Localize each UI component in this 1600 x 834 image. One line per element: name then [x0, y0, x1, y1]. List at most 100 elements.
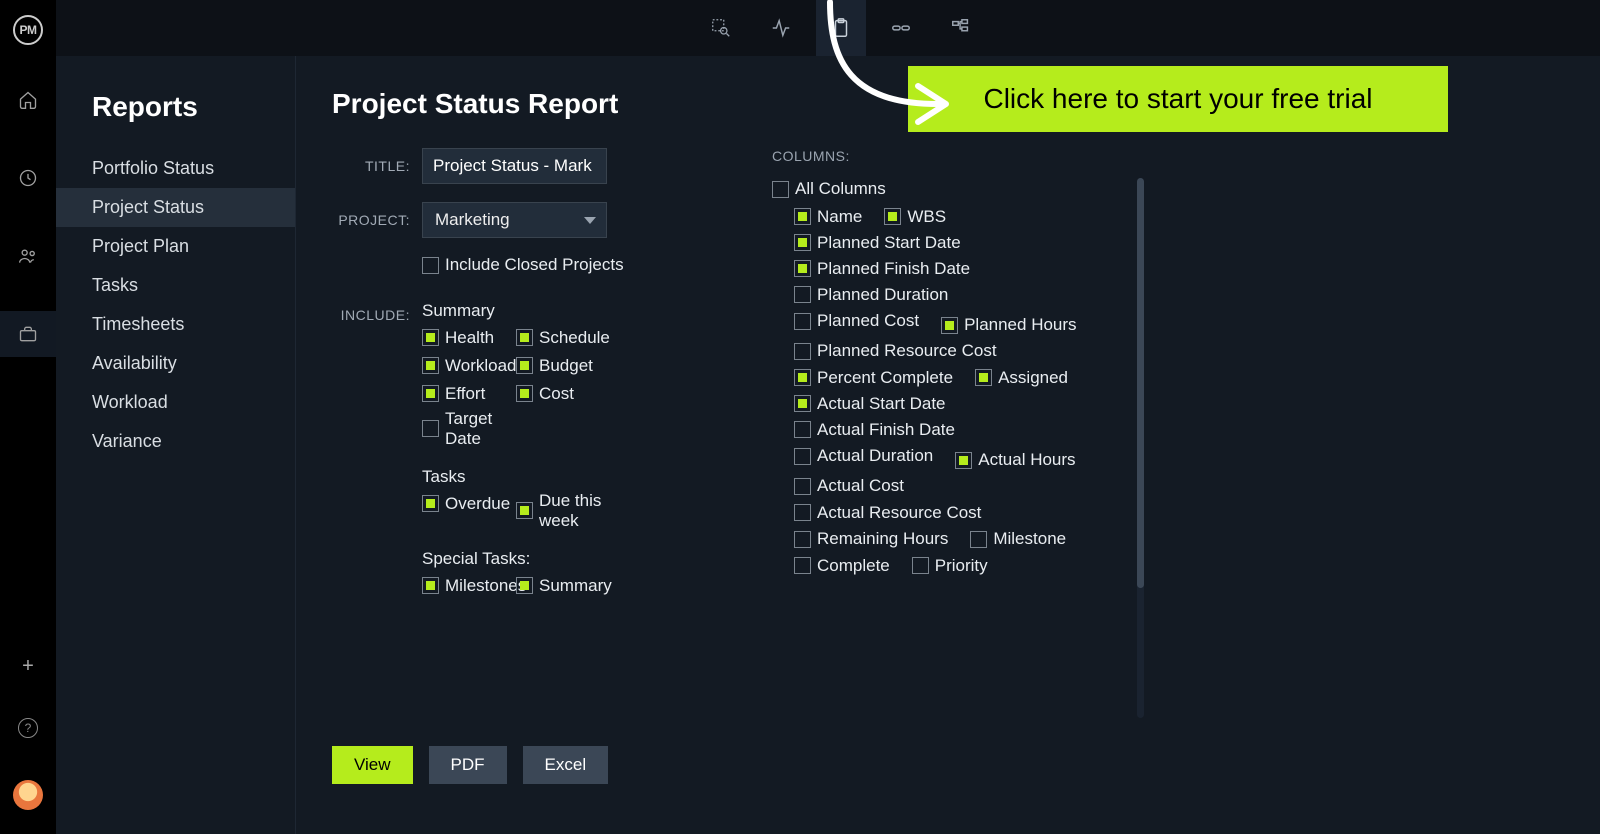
tasks-overdue-label: Overdue	[445, 494, 510, 514]
summary-health-checkbox[interactable]: Health	[422, 325, 514, 351]
sidebar-item-project-plan[interactable]: Project Plan	[56, 227, 295, 266]
special-summary-label: Summary	[539, 576, 612, 596]
column-priority-label: Priority	[935, 556, 988, 576]
activity-icon[interactable]	[756, 0, 806, 56]
tasks-overdue-checkbox[interactable]: Overdue	[422, 491, 514, 517]
summary-schedule-label: Schedule	[539, 328, 610, 348]
title-label: TITLE:	[332, 148, 422, 174]
column-planned-hours-label: Planned Hours	[964, 315, 1076, 335]
column-wbs-checkbox[interactable]: WBS	[862, 204, 946, 230]
tree-icon[interactable]	[936, 0, 986, 56]
column-actual-finish-date-checkbox[interactable]: Actual Finish Date	[772, 417, 955, 443]
tasks-due-this-week-label: Due this week	[539, 491, 608, 531]
include-closed-checkbox[interactable]: Include Closed Projects	[422, 252, 624, 278]
summary-workload-checkbox[interactable]: Workload	[422, 353, 514, 379]
tasks-heading: Tasks	[422, 467, 672, 487]
excel-button[interactable]: Excel	[523, 746, 609, 784]
column-planned-finish-date-checkbox[interactable]: Planned Finish Date	[772, 256, 970, 282]
all-columns-checkbox[interactable]: All Columns	[772, 176, 1092, 202]
column-planned-cost-checkbox[interactable]: Planned Cost	[772, 308, 919, 334]
add-icon[interactable]: +	[0, 646, 56, 686]
column-planned-start-date-checkbox[interactable]: Planned Start Date	[772, 230, 961, 256]
sidebar-item-portfolio-status[interactable]: Portfolio Status	[56, 149, 295, 188]
column-actual-start-date-checkbox[interactable]: Actual Start Date	[772, 391, 946, 417]
project-label: PROJECT:	[332, 202, 422, 228]
sidebar-item-variance[interactable]: Variance	[56, 422, 295, 461]
column-name-label: Name	[817, 207, 862, 227]
column-planned-hours-checkbox[interactable]: Planned Hours	[919, 312, 1076, 338]
clock-icon[interactable]	[0, 155, 56, 201]
summary-cost-checkbox[interactable]: Cost	[516, 381, 608, 407]
summary-cost-label: Cost	[539, 384, 574, 404]
column-priority-checkbox[interactable]: Priority	[890, 553, 988, 579]
sidebar-item-tasks[interactable]: Tasks	[56, 266, 295, 305]
view-button[interactable]: View	[332, 746, 413, 784]
column-assigned-label: Assigned	[998, 368, 1068, 388]
summary-target-date-label: Target Date	[445, 409, 514, 449]
home-icon[interactable]	[0, 77, 56, 123]
zoom-icon[interactable]	[696, 0, 746, 56]
column-name-checkbox[interactable]: Name	[772, 204, 862, 230]
column-complete-checkbox[interactable]: Complete	[772, 553, 890, 579]
column-actual-hours-checkbox[interactable]: Actual Hours	[933, 447, 1075, 473]
top-toolbar	[56, 0, 1600, 56]
sidebar-item-availability[interactable]: Availability	[56, 344, 295, 383]
avatar[interactable]	[13, 780, 43, 810]
sidebar-item-workload[interactable]: Workload	[56, 383, 295, 422]
summary-effort-checkbox[interactable]: Effort	[422, 381, 514, 407]
link-icon[interactable]	[876, 0, 926, 56]
sidebar-title: Reports	[56, 91, 295, 149]
column-actual-cost-checkbox[interactable]: Actual Cost	[772, 473, 904, 499]
column-percent-complete-label: Percent Complete	[817, 368, 953, 388]
summary-workload-label: Workload	[445, 356, 517, 376]
include-closed-label: Include Closed Projects	[445, 255, 624, 275]
title-input[interactable]	[422, 148, 607, 184]
include-label: INCLUDE:	[332, 297, 422, 323]
summary-budget-label: Budget	[539, 356, 593, 376]
all-columns-label: All Columns	[795, 179, 886, 199]
special-tasks-heading: Special Tasks:	[422, 549, 672, 569]
brand-logo[interactable]: PM	[13, 15, 43, 45]
project-select[interactable]: Marketing	[422, 202, 607, 238]
summary-effort-label: Effort	[445, 384, 485, 404]
columns-label: COLUMNS:	[772, 148, 1092, 164]
column-planned-start-date-label: Planned Start Date	[817, 233, 961, 253]
column-planned-resource-cost-checkbox[interactable]: Planned Resource Cost	[772, 338, 997, 364]
special-summary-checkbox[interactable]: Summary	[516, 573, 608, 599]
people-icon[interactable]	[0, 233, 56, 279]
column-wbs-label: WBS	[907, 207, 946, 227]
help-icon[interactable]: ?	[18, 718, 38, 738]
sidebar-item-timesheets[interactable]: Timesheets	[56, 305, 295, 344]
column-planned-finish-date-label: Planned Finish Date	[817, 259, 970, 279]
summary-schedule-checkbox[interactable]: Schedule	[516, 325, 608, 351]
clipboard-icon[interactable]	[816, 0, 866, 56]
summary-budget-checkbox[interactable]: Budget	[516, 353, 608, 379]
summary-health-label: Health	[445, 328, 494, 348]
column-actual-duration-checkbox[interactable]: Actual Duration	[772, 443, 933, 469]
nav-rail: PM + ?	[0, 0, 56, 834]
column-percent-complete-checkbox[interactable]: Percent Complete	[772, 365, 953, 391]
sidebar-item-project-status[interactable]: Project Status	[56, 188, 295, 227]
special-milestones-label: Milestones	[445, 576, 526, 596]
column-planned-cost-label: Planned Cost	[817, 311, 919, 331]
column-actual-hours-label: Actual Hours	[978, 450, 1075, 470]
column-assigned-checkbox[interactable]: Assigned	[953, 365, 1068, 391]
column-planned-duration-checkbox[interactable]: Planned Duration	[772, 282, 948, 308]
column-actual-finish-date-label: Actual Finish Date	[817, 420, 955, 440]
column-actual-resource-cost-label: Actual Resource Cost	[817, 503, 981, 523]
column-actual-cost-label: Actual Cost	[817, 476, 904, 496]
tasks-due-this-week-checkbox[interactable]: Due this week	[516, 491, 608, 531]
columns-scrollbar[interactable]	[1137, 178, 1144, 718]
special-milestones-checkbox[interactable]: Milestones	[422, 573, 514, 599]
summary-target-date-checkbox[interactable]: Target Date	[422, 409, 514, 449]
report-form: Project Status Report TITLE: PROJECT:	[296, 56, 1600, 834]
free-trial-cta[interactable]: Click here to start your free trial	[908, 66, 1448, 132]
column-milestone-checkbox[interactable]: Milestone	[948, 526, 1066, 552]
column-actual-duration-label: Actual Duration	[817, 446, 933, 466]
column-remaining-hours-checkbox[interactable]: Remaining Hours	[772, 526, 948, 552]
pdf-button[interactable]: PDF	[429, 746, 507, 784]
briefcase-icon[interactable]	[0, 311, 56, 357]
summary-heading: Summary	[422, 301, 672, 321]
column-actual-resource-cost-checkbox[interactable]: Actual Resource Cost	[772, 500, 981, 526]
reports-sidebar: Reports Portfolio StatusProject StatusPr…	[56, 56, 296, 834]
